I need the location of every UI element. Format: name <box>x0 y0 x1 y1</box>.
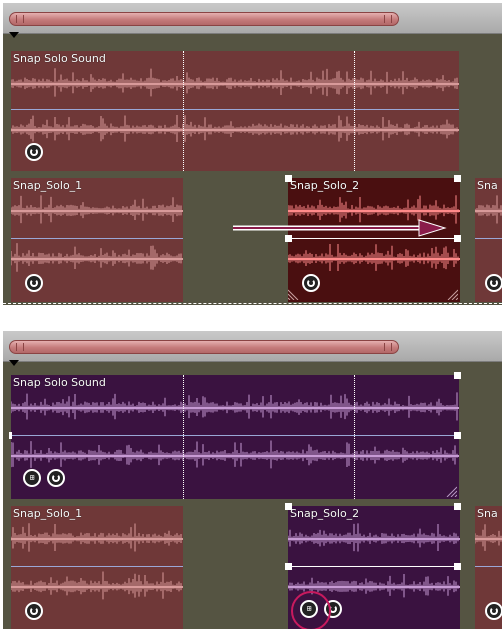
time-marker-icon[interactable] <box>9 360 19 366</box>
clip-title: Snap Solo Sound <box>13 376 106 389</box>
clip-title: Sna <box>477 179 498 192</box>
timeline-toolbar <box>3 331 502 362</box>
horizontal-scrollbar[interactable] <box>9 12 399 26</box>
channel-divider <box>11 566 183 567</box>
clip-title: Sna <box>477 507 498 520</box>
waveform-lower <box>11 440 459 469</box>
waveform-lower <box>11 243 183 272</box>
audio-icon[interactable] <box>485 274 502 292</box>
waveform-upper <box>11 523 183 552</box>
selection-handle[interactable] <box>454 503 461 510</box>
clip-title: Snap Solo Sound <box>13 52 106 65</box>
clip-title: Snap_Solo_2 <box>290 179 360 192</box>
clip-snap-solo-2-selected[interactable]: Snap_Solo_2 <box>288 178 460 302</box>
selection-handle[interactable] <box>454 432 461 439</box>
scrollbar-grip-left[interactable] <box>16 15 24 23</box>
waveform-lower <box>11 115 459 142</box>
audio-icon[interactable] <box>25 143 43 161</box>
scrollbar-grip-left[interactable] <box>16 343 24 351</box>
channel-divider <box>11 435 459 436</box>
edit-point-marker <box>354 51 356 171</box>
timeline-panel-after: Snap Solo Sound ⊞ Snap_Solo_1 Snap_Solo_… <box>3 331 502 629</box>
selection-handle[interactable] <box>454 372 461 379</box>
audio-icon[interactable] <box>302 274 320 292</box>
channel-divider <box>288 566 460 567</box>
channel-divider <box>11 238 183 239</box>
time-marker-icon[interactable] <box>9 32 19 38</box>
edit-point-marker <box>183 375 185 499</box>
selection-handle[interactable] <box>454 175 461 182</box>
scrollbar-grip-right[interactable] <box>384 343 392 351</box>
audio-icon[interactable] <box>485 602 502 620</box>
clip-title: Snap_Solo_1 <box>13 179 83 192</box>
scrollbar-grip-right[interactable] <box>384 15 392 23</box>
waveform-upper <box>475 524 502 551</box>
selection-handle[interactable] <box>454 563 461 570</box>
move-arrow-icon <box>233 219 447 237</box>
waveform-upper <box>11 392 459 421</box>
selection-handle[interactable] <box>285 175 292 182</box>
clip-title: Snap_Solo_2 <box>290 507 360 520</box>
clip-snap-solo-sound-grouped[interactable]: Snap Solo Sound ⊞ <box>11 375 459 499</box>
timeline-panel-before: Snap Solo Sound Snap_Solo_1 Snap_Solo_2 … <box>3 3 502 305</box>
audio-icon[interactable] <box>47 469 65 487</box>
edit-point-marker <box>354 375 356 499</box>
selection-handle[interactable] <box>454 235 461 242</box>
clip-snap-solo-sound[interactable]: Snap Solo Sound <box>11 51 459 171</box>
clip-partial[interactable]: Sna <box>475 178 502 302</box>
timeline-toolbar <box>3 3 502 34</box>
channel-divider <box>11 109 459 110</box>
resize-grip-icon[interactable] <box>445 485 457 497</box>
clip-partial[interactable]: Sna <box>475 506 502 629</box>
waveform-upper <box>11 195 183 224</box>
track-boundary <box>3 303 502 305</box>
resize-grip-icon[interactable] <box>288 288 300 300</box>
waveform-lower <box>288 243 460 272</box>
clip-title: Snap_Solo_1 <box>13 507 83 520</box>
waveform-upper <box>11 68 459 97</box>
selection-handle[interactable] <box>9 432 12 439</box>
audio-icon[interactable] <box>25 274 43 292</box>
channel-divider <box>475 238 502 239</box>
channel-divider <box>475 566 502 567</box>
selection-handle[interactable] <box>285 503 292 510</box>
edit-point-marker <box>183 51 185 171</box>
audio-icon[interactable] <box>25 602 43 620</box>
group-link-icon[interactable]: ⊞ <box>23 469 41 487</box>
selection-handle[interactable] <box>285 563 292 570</box>
group-link-highlight <box>291 591 331 629</box>
channel-divider <box>288 238 460 239</box>
resize-grip-icon[interactable] <box>446 288 458 300</box>
clip-snap-solo-1[interactable]: Snap_Solo_1 <box>11 178 183 302</box>
waveform-upper <box>288 523 460 552</box>
clip-snap-solo-1[interactable]: Snap_Solo_1 <box>11 506 183 629</box>
waveform-upper <box>475 195 502 224</box>
horizontal-scrollbar[interactable] <box>9 340 399 354</box>
waveform-lower <box>11 571 183 600</box>
